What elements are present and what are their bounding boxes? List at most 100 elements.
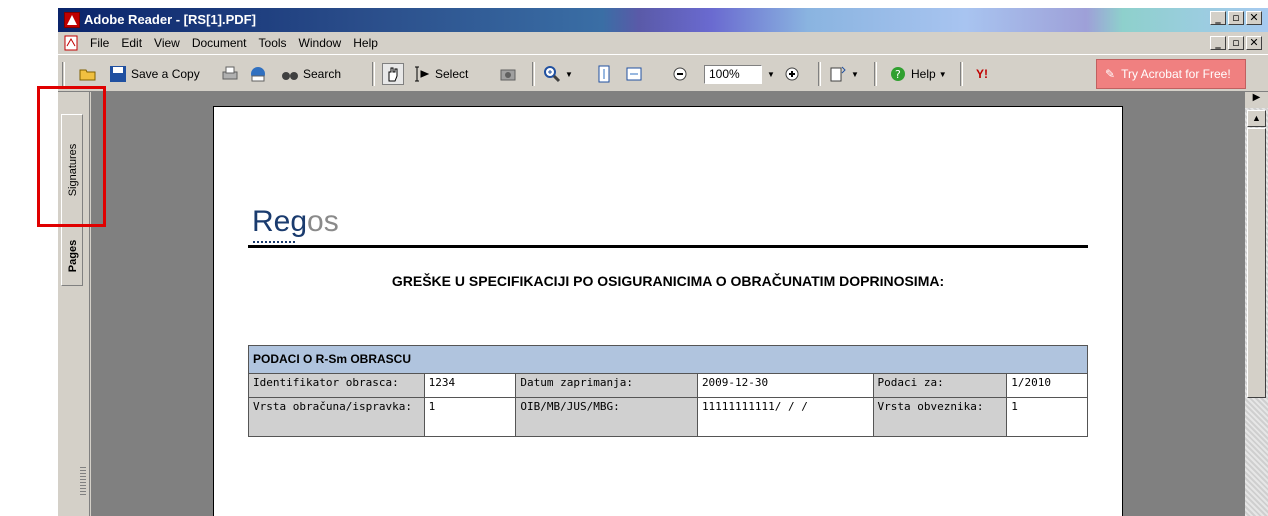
regos-logo: Regos [252,205,339,239]
search-label: Search [303,67,342,81]
hand-icon [388,67,398,82]
scroll-thumb[interactable] [1247,128,1266,398]
menu-bar: File Edit View Document Tools Window Hel… [58,32,1268,54]
pdf-page: Regos GREŠKE U SPECIFIKACIJI PO OSIGURAN… [213,106,1123,516]
table-row: Identifikator obrasca: 1234 Datum zaprim… [249,374,1088,398]
folder-open-icon [79,69,96,81]
fit-width-button[interactable] [624,63,644,85]
form-table: PODACI O R-Sm OBRASCU Identifikator obra… [248,345,1088,437]
text-cursor-icon [415,66,430,82]
document-pane: Regos GREŠKE U SPECIFIKACIJI PO OSIGURAN… [91,92,1245,516]
hand-tool-button[interactable] [382,63,404,85]
logo-os: os [307,205,339,238]
menu-file[interactable]: File [84,36,115,50]
search-button[interactable]: Search [280,63,341,85]
doc-restore-button[interactable]: ▫ [1228,36,1244,50]
menu-window[interactable]: Window [293,36,348,50]
scroll-up-button[interactable]: ▲ [1247,110,1266,127]
table-cell: Datum zaprimanja: [516,374,698,397]
menu-document[interactable]: Document [186,36,253,50]
close-button[interactable]: ✕ [1246,11,1262,25]
try-acrobat-label: Try Acrobat for Free! [1121,67,1231,81]
minus-circle-icon [673,67,687,81]
menu-help[interactable]: Help [347,36,384,50]
page-layout-button[interactable]: ▼ [828,63,859,85]
table-cell: 1 [424,398,517,436]
open-button[interactable] [78,63,98,85]
window-title: Adobe Reader - [RS[1].PDF] [84,12,256,27]
table-cell: 1/2010 [1007,374,1088,397]
window-controls: _ ▫ ✕ [1210,11,1262,25]
adobe-logo-icon [64,12,80,28]
acrobat-pen-icon: ✎ [1105,67,1116,81]
save-copy-button[interactable]: Save a Copy [108,63,200,85]
header-rule [248,245,1088,248]
page-layout-icon [830,66,846,82]
toolbar-separator-2 [532,62,535,86]
fit-page-button[interactable] [594,63,614,85]
printer-icon [222,66,238,80]
logo-underline [253,241,295,243]
yahoo-toolbar-button[interactable]: Y! [976,63,988,85]
tab-pages[interactable]: Pages [61,226,83,286]
document-heading: GREŠKE U SPECIFIKACIJI PO OSIGURANICIMA … [391,273,945,289]
camera-icon [500,69,516,81]
select-label: Select [435,67,469,81]
toolbar-separator-4 [874,62,877,86]
table-cell: 1234 [424,374,517,397]
toolbar-grip [62,62,65,86]
zoom-in-button[interactable] [782,63,802,85]
vertical-scrollbar[interactable]: ▶ ▲ [1245,92,1268,516]
table-cell: 2009-12-30 [697,374,874,397]
floppy-disk-icon [110,66,126,82]
zoom-out-button[interactable] [670,63,690,85]
table-cell: 1 [1007,398,1088,436]
zoom-level-input[interactable]: 100% [704,65,762,84]
magnifier-plus-icon [544,66,561,83]
zoom-in-tool-button[interactable]: ▼ [542,63,573,85]
table-cell: 11111111111/ / / [697,398,874,436]
pdf-document-icon [64,35,78,51]
table-cell: Identifikator obrasca: [249,374,425,397]
table-cell: Vrsta obveznika: [873,398,1008,436]
snapshot-button[interactable] [498,63,518,85]
doc-close-button[interactable]: ✕ [1246,36,1262,50]
svg-text:?: ? [895,68,901,81]
help-circle-icon: ? [891,67,905,81]
restore-button[interactable]: ▫ [1228,11,1244,25]
help-button[interactable]: ? Help ▼ [888,63,947,85]
binoculars-icon [282,72,298,80]
toolbar-separator-5 [960,62,963,86]
document-window-controls: _ ▫ ✕ [1210,36,1262,50]
panel-expand-arrow-icon[interactable]: ▶ [1245,92,1268,108]
help-label: Help [911,67,936,81]
title-bar: Adobe Reader - [RS[1].PDF] _ ▫ ✕ [58,8,1268,32]
panel-resize-grip[interactable] [80,467,86,495]
toolbar: Save a Copy Search Select ▼ 100% ▼ ▼ ? H… [58,54,1268,92]
globe-mail-icon [251,67,265,82]
zoom-dropdown-button[interactable]: ▼ [764,63,775,85]
print-button[interactable] [220,63,240,85]
fit-width-icon [626,67,642,81]
plus-circle-icon [785,67,799,81]
adobe-reader-window: Adobe Reader - [RS[1].PDF] _ ▫ ✕ File Ed… [58,8,1268,516]
toolbar-separator-3 [818,62,821,86]
minimize-button[interactable]: _ [1210,11,1226,25]
try-acrobat-button[interactable]: ✎ Try Acrobat for Free! [1096,59,1246,89]
menu-view[interactable]: View [148,36,186,50]
table-cell: OIB/MB/JUS/MBG: [516,398,698,436]
table-row: Vrsta obračuna/ispravka: 1 OIB/MB/JUS/MB… [249,398,1088,436]
save-copy-label: Save a Copy [131,67,200,81]
highlight-annotation [37,86,106,227]
doc-minimize-button[interactable]: _ [1210,36,1226,50]
email-button[interactable] [248,63,268,85]
menu-tools[interactable]: Tools [253,36,293,50]
table-cell: Vrsta obračuna/ispravka: [249,398,425,436]
toolbar-separator [372,62,375,86]
select-tool-button[interactable]: Select [412,63,468,85]
logo-reg: Reg [252,205,308,238]
menu-edit[interactable]: Edit [115,36,148,50]
fit-page-icon [598,65,610,83]
yahoo-logo-icon: Y! [976,67,988,81]
table-cell: Podaci za: [873,374,1008,397]
